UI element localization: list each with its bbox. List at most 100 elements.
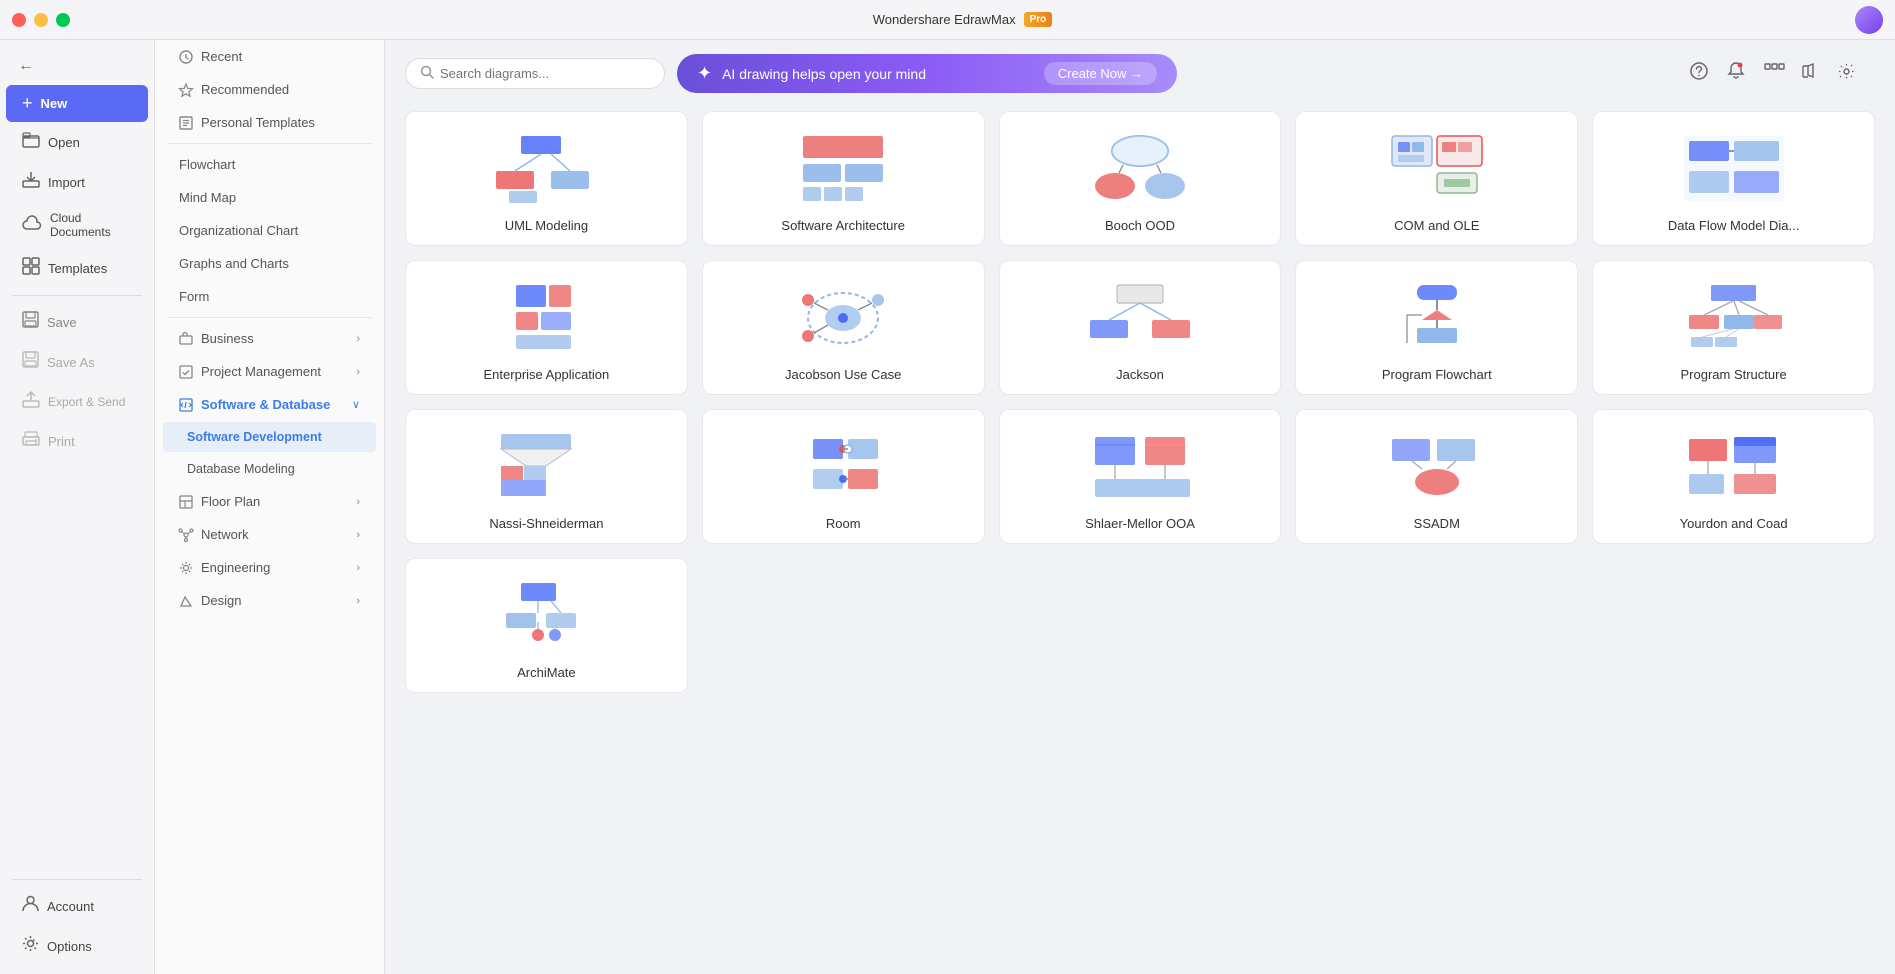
card-icon-jackson — [1080, 277, 1200, 357]
share-icon[interactable] — [1797, 59, 1822, 89]
card-nassi[interactable]: Nassi-Shneiderman — [405, 409, 688, 544]
card-icon-jacobson — [783, 277, 903, 357]
sidebar-item-templates[interactable]: Templates — [6, 249, 148, 288]
ai-banner[interactable]: ✦ AI drawing helps open your mind Create… — [677, 54, 1177, 93]
com-label: COM and OLE — [1394, 218, 1479, 233]
panel-item-personal[interactable]: Personal Templates — [163, 107, 376, 138]
jackson-label: Jackson — [1116, 367, 1164, 382]
sidebar-item-saveas[interactable]: Save As — [6, 343, 148, 381]
panel-group-software[interactable]: Software & Database ∨ — [163, 389, 376, 420]
account-icon — [22, 895, 39, 917]
nassi-label: Nassi-Shneiderman — [489, 516, 603, 531]
panel-item-orgchart[interactable]: Organizational Chart — [163, 215, 376, 246]
panel-group-project[interactable]: Project Management › — [163, 356, 376, 387]
saveas-label: Save As — [47, 355, 95, 370]
recommended-label: Recommended — [179, 82, 360, 97]
templates-panel: Recent Recommended Personal Templates Fl… — [155, 40, 385, 974]
card-uml[interactable]: UML Modeling — [405, 111, 688, 246]
open-icon — [22, 132, 40, 153]
panel-item-graphs[interactable]: Graphs and Charts — [163, 248, 376, 279]
card-shlaer[interactable]: Shlaer-Mellor OOA — [999, 409, 1282, 544]
dataflow-label: Data Flow Model Dia... — [1668, 218, 1800, 233]
panel-item-recent[interactable]: Recent — [163, 41, 376, 72]
title-bar-right — [1855, 6, 1883, 34]
sidebar-item-account[interactable]: Account — [6, 887, 148, 925]
save-icon — [22, 311, 39, 333]
panel-group-engineering[interactable]: Engineering › — [163, 552, 376, 583]
panel-group-business[interactable]: Business › — [163, 323, 376, 354]
panel-group-floorplan[interactable]: Floor Plan › — [163, 486, 376, 517]
card-dataflow[interactable]: Data Flow Model Dia... — [1592, 111, 1875, 246]
cloud-icon — [22, 216, 42, 235]
recent-label: Recent — [179, 49, 360, 64]
panel-item-recommended[interactable]: Recommended — [163, 74, 376, 105]
archimate-label: ArchiMate — [517, 665, 576, 680]
search-input[interactable] — [440, 66, 650, 81]
design-arrow: › — [356, 595, 360, 607]
sidebar-item-options[interactable]: Options — [6, 927, 148, 965]
sidebar-item-cloud[interactable]: Cloud Documents — [6, 203, 148, 247]
sidebar-item-print[interactable]: Print — [6, 423, 148, 460]
card-icon-enterprise — [486, 277, 606, 357]
open-label: Open — [48, 135, 80, 150]
templates-icon — [22, 257, 40, 280]
pro-badge: Pro — [1024, 12, 1053, 27]
options-label: Options — [47, 939, 92, 954]
card-icon-program-struct — [1674, 277, 1794, 357]
maximize-button[interactable]: ⬜ — [56, 13, 70, 27]
sidebar-divider-1 — [12, 295, 142, 296]
engineering-arrow: › — [356, 562, 360, 574]
card-enterprise[interactable]: Enterprise Application — [405, 260, 688, 395]
avatar[interactable] — [1855, 6, 1883, 34]
panel-item-swdev[interactable]: Software Development — [163, 422, 376, 452]
main-content: ✦ AI drawing helps open your mind Create… — [385, 40, 1895, 974]
back-button[interactable]: ← — [6, 49, 148, 83]
enterprise-label: Enterprise Application — [484, 367, 610, 382]
design-label: Design — [179, 593, 241, 608]
sidebar-item-import[interactable]: Import — [6, 163, 148, 201]
sidebar-item-export[interactable]: Export & Send — [6, 383, 148, 421]
new-label: New — [41, 96, 68, 111]
software-arrow: ∨ — [352, 398, 360, 411]
card-ssadm[interactable]: SSADM — [1295, 409, 1578, 544]
panel-group-network[interactable]: Network › — [163, 519, 376, 550]
card-com[interactable]: COM and OLE — [1295, 111, 1578, 246]
card-program-struct[interactable]: Program Structure — [1592, 260, 1875, 395]
engineering-label: Engineering — [179, 560, 270, 575]
minimize-button[interactable]: — — [34, 13, 48, 27]
card-software-arch[interactable]: Software Architecture — [702, 111, 985, 246]
sidebar-item-new[interactable]: + New — [6, 85, 148, 122]
ai-create-button[interactable]: Create Now → — [1044, 62, 1157, 85]
yourdon-label: Yourdon and Coad — [1680, 516, 1788, 531]
network-label: Network — [179, 527, 249, 542]
panel-group-design[interactable]: Design › — [163, 585, 376, 616]
ssadm-label: SSADM — [1414, 516, 1460, 531]
card-program-flow[interactable]: Program Flowchart — [1295, 260, 1578, 395]
program-flow-label: Program Flowchart — [1382, 367, 1492, 382]
options-icon — [22, 935, 39, 957]
panel-item-dbmodel[interactable]: Database Modeling — [163, 454, 376, 484]
card-jacobson[interactable]: Jacobson Use Case — [702, 260, 985, 395]
sidebar-item-save[interactable]: Save — [6, 303, 148, 341]
card-icon-booch — [1080, 128, 1200, 208]
card-booch[interactable]: Booch OOD — [999, 111, 1282, 246]
notification-icon[interactable] — [1724, 58, 1748, 89]
close-button[interactable]: ✕ — [12, 13, 26, 27]
card-icon-uml — [486, 128, 606, 208]
panel-item-form[interactable]: Form — [163, 281, 376, 312]
search-box[interactable] — [405, 58, 665, 89]
panel-item-mindmap[interactable]: Mind Map — [163, 182, 376, 213]
card-icon-room — [783, 426, 903, 506]
grid-icon[interactable] — [1760, 59, 1785, 89]
panel-item-flowchart[interactable]: Flowchart — [163, 149, 376, 180]
card-room[interactable]: Room — [702, 409, 985, 544]
card-archimate[interactable]: ArchiMate — [405, 558, 688, 693]
help-icon[interactable] — [1686, 58, 1712, 89]
card-icon-archimate — [486, 575, 606, 655]
card-yourdon[interactable]: Yourdon and Coad — [1592, 409, 1875, 544]
card-jackson[interactable]: Jackson — [999, 260, 1282, 395]
sidebar-divider-2 — [12, 879, 142, 880]
settings-icon[interactable] — [1834, 59, 1859, 89]
templates-grid: UML Modeling Software Architecture — [385, 103, 1895, 974]
sidebar-item-open[interactable]: Open — [6, 124, 148, 161]
